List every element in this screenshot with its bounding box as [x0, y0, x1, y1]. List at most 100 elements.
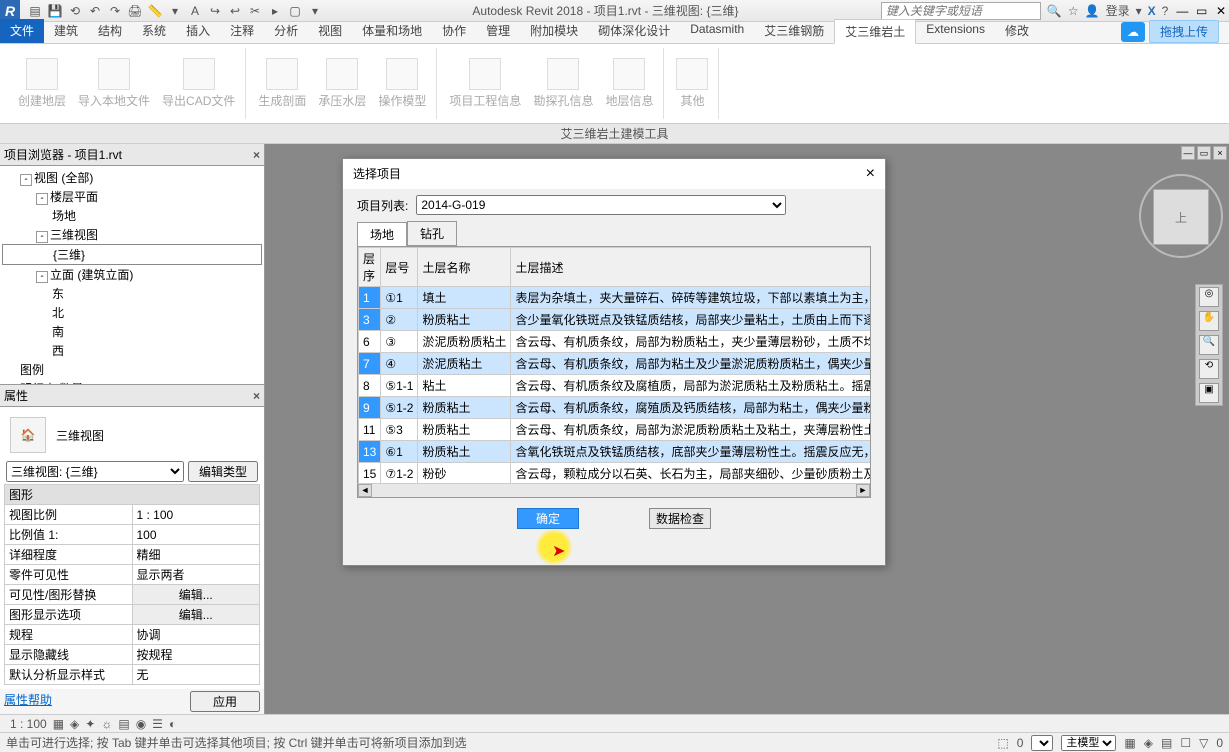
- horizontal-scrollbar[interactable]: ◄ ►: [358, 483, 870, 497]
- column-header[interactable]: 土层名称: [418, 248, 511, 287]
- ribbon-tab[interactable]: 文件: [0, 19, 44, 43]
- apply-button[interactable]: 应用: [190, 691, 260, 712]
- qat-dropdown-icon[interactable]: ▾: [166, 2, 184, 20]
- tree-item[interactable]: 场地: [2, 206, 262, 225]
- properties-help-link[interactable]: 属性帮助: [4, 691, 52, 712]
- vc-icon[interactable]: ☰: [152, 717, 163, 731]
- vc-icon[interactable]: ✦: [85, 717, 95, 731]
- vc-icon[interactable]: ◈: [70, 717, 79, 731]
- table-row[interactable]: 13⑥1粉质粘土含氧化铁斑点及铁锰质结核，底部夹少量薄层粉性土。摇震反应无，稍: [359, 441, 872, 463]
- data-check-button[interactable]: 数据检查: [649, 508, 711, 529]
- selection-count-icon[interactable]: ⬚: [997, 736, 1008, 750]
- tree-item[interactable]: 南: [2, 322, 262, 341]
- ribbon-tab[interactable]: 注释: [220, 19, 264, 43]
- minimize-icon[interactable]: —: [1174, 4, 1190, 18]
- search-input[interactable]: [881, 2, 1041, 20]
- workset-select[interactable]: [1031, 735, 1053, 751]
- scale-label[interactable]: 1 : 100: [10, 717, 47, 731]
- qat-more-icon[interactable]: ▾: [306, 2, 324, 20]
- tree-item[interactable]: 北: [2, 303, 262, 322]
- ribbon-button[interactable]: 地层信息: [599, 56, 659, 111]
- project-browser-tree[interactable]: -视图 (全部)-楼层平面场地-三维视图{三维}-立面 (建筑立面)东北南西图例…: [0, 166, 264, 384]
- table-row[interactable]: 15⑦1-2粉砂含云母，颗粒成分以石英、长石为主，局部夹细砂、少量砂质粉土及粘: [359, 463, 872, 485]
- instance-combo[interactable]: 三维视图: {三维}: [6, 461, 184, 482]
- vc-icon[interactable]: ▤: [118, 717, 129, 731]
- ribbon-tab[interactable]: Extensions: [916, 19, 995, 43]
- tab-borehole[interactable]: 钻孔: [407, 221, 457, 246]
- ribbon-tab[interactable]: 砌体深化设计: [588, 19, 680, 43]
- qat-print-icon[interactable]: 🖨: [126, 2, 144, 20]
- ribbon-tab[interactable]: 视图: [308, 19, 352, 43]
- qat-box-icon[interactable]: ▢: [286, 2, 304, 20]
- view-max-icon[interactable]: ▭: [1197, 146, 1211, 160]
- prop-value[interactable]: 显示两者: [132, 565, 260, 585]
- qat-text-icon[interactable]: A: [186, 2, 204, 20]
- tree-item[interactable]: -视图 (全部): [2, 168, 262, 187]
- orbit-icon[interactable]: ⟲: [1199, 359, 1219, 379]
- cloud-icon[interactable]: ☁: [1121, 22, 1145, 42]
- dropdown-icon[interactable]: ▾: [1136, 4, 1142, 18]
- cube-icon[interactable]: ▣: [1199, 383, 1219, 403]
- ok-button[interactable]: 确定: [517, 508, 579, 529]
- prop-value[interactable]: 精细: [132, 545, 260, 565]
- sb-icon[interactable]: ▦: [1124, 736, 1135, 750]
- viewcube[interactable]: 上: [1153, 189, 1209, 245]
- properties-close-icon[interactable]: ×: [253, 389, 260, 403]
- column-header[interactable]: 层号: [381, 248, 418, 287]
- table-row[interactable]: 9⑤1-2粉质粘土含云母、有机质条纹，腐殖质及钙质结核，局部为粘土，偶夹少量粉砂: [359, 397, 872, 419]
- vc-icon[interactable]: ▦: [53, 717, 64, 731]
- table-row[interactable]: 11⑤3粉质粘土含云母、有机质条纹，局部为淤泥质粉质粘土及粘土，夹薄层粉性土，: [359, 419, 872, 441]
- section-header[interactable]: 图形: [5, 485, 260, 505]
- qat-back-icon[interactable]: ↩: [226, 2, 244, 20]
- prop-value[interactable]: 1 : 100: [132, 505, 260, 525]
- dialog-close-icon[interactable]: ×: [866, 165, 875, 183]
- zoom-icon[interactable]: 🔍: [1199, 335, 1219, 355]
- ribbon-tab[interactable]: 管理: [476, 19, 520, 43]
- ribbon-tab[interactable]: 插入: [176, 19, 220, 43]
- ribbon-tab[interactable]: 结构: [88, 19, 132, 43]
- ribbon-button[interactable]: 创建地层: [12, 56, 72, 111]
- tab-site[interactable]: 场地: [357, 222, 407, 247]
- ribbon-button[interactable]: 勘探孔信息: [527, 56, 599, 111]
- login-label[interactable]: 登录: [1106, 2, 1130, 19]
- sb-icon[interactable]: ▤: [1161, 736, 1172, 750]
- ribbon-tab[interactable]: 协作: [432, 19, 476, 43]
- tree-item[interactable]: -三维视图: [2, 225, 262, 244]
- prop-value[interactable]: 按规程: [132, 645, 260, 665]
- project-select[interactable]: 2014-G-019: [416, 195, 786, 215]
- ribbon-tab[interactable]: 建筑: [44, 19, 88, 43]
- tree-item[interactable]: 图例: [2, 360, 262, 379]
- maximize-icon[interactable]: ▭: [1194, 4, 1210, 18]
- table-row[interactable]: 6③淤泥质粉质粘土含云母、有机质条纹，局部为粉质粘土，夹少量薄层粉砂，土质不均匀: [359, 331, 872, 353]
- view-close-icon[interactable]: ×: [1213, 146, 1227, 160]
- ribbon-tab[interactable]: 附加模块: [520, 19, 588, 43]
- ribbon-tab[interactable]: 体量和场地: [352, 19, 432, 43]
- scroll-left-icon[interactable]: ◄: [358, 484, 372, 497]
- ribbon-tab[interactable]: 修改: [995, 19, 1039, 43]
- qat-undo-icon[interactable]: ↶: [86, 2, 104, 20]
- tree-item[interactable]: 西: [2, 341, 262, 360]
- column-header[interactable]: 土层描述: [511, 248, 871, 287]
- ribbon-button[interactable]: 承压水层: [312, 56, 372, 111]
- sb-icon[interactable]: ☐: [1180, 736, 1191, 750]
- layers-table[interactable]: 层序层号土层名称土层描述 1①1填土表层为杂填土，夹大量碎石、碎砖等建筑垃圾，下…: [358, 247, 871, 498]
- ribbon-button[interactable]: 生成剖面: [252, 56, 312, 111]
- qat-measure-icon[interactable]: 📏: [146, 2, 164, 20]
- qat-sync-icon[interactable]: ⟲: [66, 2, 84, 20]
- qat-forward-icon[interactable]: ↪: [206, 2, 224, 20]
- prop-value[interactable]: 无: [132, 665, 260, 685]
- filter-icon[interactable]: ▽: [1199, 736, 1208, 750]
- browser-close-icon[interactable]: ×: [253, 148, 260, 162]
- upload-button[interactable]: 拖拽上传: [1149, 20, 1219, 43]
- ribbon-button[interactable]: 操作模型: [372, 56, 432, 111]
- table-row[interactable]: 7④淤泥质粘土含云母、有机质条纹，局部为粘土及少量淤泥质粉质粘土，偶夹少量薄层: [359, 353, 872, 375]
- ribbon-tab[interactable]: 系统: [132, 19, 176, 43]
- qat-home-icon[interactable]: ▸: [266, 2, 284, 20]
- prop-value[interactable]: 编辑...: [132, 585, 260, 605]
- tree-item[interactable]: -楼层平面: [2, 187, 262, 206]
- prop-value[interactable]: 100: [132, 525, 260, 545]
- type-selector[interactable]: 🏠 三维视图: [4, 411, 260, 459]
- tree-item[interactable]: -立面 (建筑立面): [2, 265, 262, 284]
- qat-open-icon[interactable]: ▤: [26, 2, 44, 20]
- close-icon[interactable]: ✕: [1213, 4, 1229, 18]
